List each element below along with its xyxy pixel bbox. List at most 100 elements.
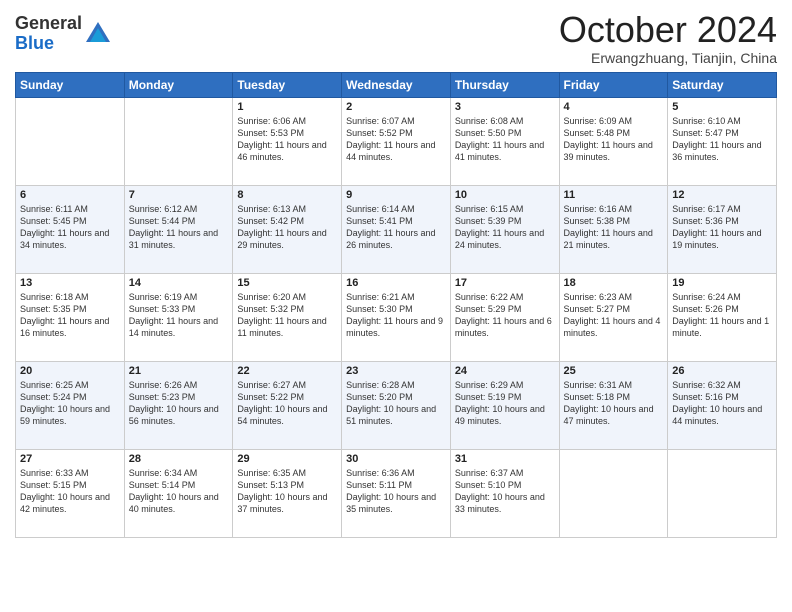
day-info: Sunrise: 6:35 AM Sunset: 5:13 PM Dayligh… bbox=[237, 467, 337, 516]
table-row: 6 Sunrise: 6:11 AM Sunset: 5:45 PM Daylig… bbox=[16, 185, 125, 273]
day-info: Sunrise: 6:15 AM Sunset: 5:39 PM Dayligh… bbox=[455, 203, 555, 252]
day-info: Sunrise: 6:34 AM Sunset: 5:14 PM Dayligh… bbox=[129, 467, 229, 516]
day-info: Sunrise: 6:23 AM Sunset: 5:27 PM Dayligh… bbox=[564, 291, 664, 340]
day-info: Sunrise: 6:19 AM Sunset: 5:33 PM Dayligh… bbox=[129, 291, 229, 340]
table-row: 11 Sunrise: 6:16 AM Sunset: 5:38 PM Dayli… bbox=[559, 185, 668, 273]
day-info: Sunrise: 6:28 AM Sunset: 5:20 PM Dayligh… bbox=[346, 379, 446, 428]
day-number: 11 bbox=[564, 189, 664, 201]
table-row: 24 Sunrise: 6:29 AM Sunset: 5:19 PM Dayli… bbox=[450, 361, 559, 449]
day-info: Sunrise: 6:22 AM Sunset: 5:29 PM Dayligh… bbox=[455, 291, 555, 340]
day-number: 23 bbox=[346, 365, 446, 377]
col-saturday: Saturday bbox=[668, 72, 777, 97]
day-info: Sunrise: 6:16 AM Sunset: 5:38 PM Dayligh… bbox=[564, 203, 664, 252]
table-row bbox=[16, 97, 125, 185]
day-number: 22 bbox=[237, 365, 337, 377]
table-row: 15 Sunrise: 6:20 AM Sunset: 5:32 PM Dayli… bbox=[233, 273, 342, 361]
day-info: Sunrise: 6:06 AM Sunset: 5:53 PM Dayligh… bbox=[237, 115, 337, 164]
day-info: Sunrise: 6:20 AM Sunset: 5:32 PM Dayligh… bbox=[237, 291, 337, 340]
day-number: 2 bbox=[346, 101, 446, 113]
logo: General Blue bbox=[15, 14, 112, 54]
day-info: Sunrise: 6:25 AM Sunset: 5:24 PM Dayligh… bbox=[20, 379, 120, 428]
table-row: 21 Sunrise: 6:26 AM Sunset: 5:23 PM Dayli… bbox=[124, 361, 233, 449]
day-info: Sunrise: 6:37 AM Sunset: 5:10 PM Dayligh… bbox=[455, 467, 555, 516]
table-row: 12 Sunrise: 6:17 AM Sunset: 5:36 PM Dayli… bbox=[668, 185, 777, 273]
table-row: 1 Sunrise: 6:06 AM Sunset: 5:53 PM Daylig… bbox=[233, 97, 342, 185]
day-info: Sunrise: 6:08 AM Sunset: 5:50 PM Dayligh… bbox=[455, 115, 555, 164]
day-info: Sunrise: 6:12 AM Sunset: 5:44 PM Dayligh… bbox=[129, 203, 229, 252]
day-number: 19 bbox=[672, 277, 772, 289]
day-number: 31 bbox=[455, 453, 555, 465]
logo-blue: Blue bbox=[15, 34, 82, 54]
day-number: 24 bbox=[455, 365, 555, 377]
day-info: Sunrise: 6:36 AM Sunset: 5:11 PM Dayligh… bbox=[346, 467, 446, 516]
calendar-week-4: 20 Sunrise: 6:25 AM Sunset: 5:24 PM Dayli… bbox=[16, 361, 777, 449]
day-number: 30 bbox=[346, 453, 446, 465]
calendar-table: Sunday Monday Tuesday Wednesday Thursday… bbox=[15, 72, 777, 538]
table-row: 29 Sunrise: 6:35 AM Sunset: 5:13 PM Dayli… bbox=[233, 449, 342, 537]
col-sunday: Sunday bbox=[16, 72, 125, 97]
title-block: October 2024 Erwangzhuang, Tianjin, Chin… bbox=[559, 10, 777, 66]
day-number: 5 bbox=[672, 101, 772, 113]
table-row: 19Sunrise: 6:24 AM Sunset: 5:26 PM Dayli… bbox=[668, 273, 777, 361]
table-row: 14Sunrise: 6:19 AM Sunset: 5:33 PM Dayli… bbox=[124, 273, 233, 361]
day-info: Sunrise: 6:14 AM Sunset: 5:41 PM Dayligh… bbox=[346, 203, 446, 252]
day-number: 17 bbox=[455, 277, 555, 289]
location: Erwangzhuang, Tianjin, China bbox=[559, 50, 777, 66]
day-info: Sunrise: 6:29 AM Sunset: 5:19 PM Dayligh… bbox=[455, 379, 555, 428]
day-info: Sunrise: 6:17 AM Sunset: 5:36 PM Dayligh… bbox=[672, 203, 772, 252]
day-number: 28 bbox=[129, 453, 229, 465]
day-info: Sunrise: 6:31 AM Sunset: 5:18 PM Dayligh… bbox=[564, 379, 664, 428]
table-row: 26Sunrise: 6:32 AM Sunset: 5:16 PM Dayli… bbox=[668, 361, 777, 449]
day-number: 29 bbox=[237, 453, 337, 465]
table-row: 8Sunrise: 6:13 AM Sunset: 5:42 PM Daylig… bbox=[233, 185, 342, 273]
day-number: 4 bbox=[564, 101, 664, 113]
calendar-header: Sunday Monday Tuesday Wednesday Thursday… bbox=[16, 72, 777, 97]
table-row: 2 Sunrise: 6:07 AM Sunset: 5:52 PM Daylig… bbox=[342, 97, 451, 185]
day-number: 25 bbox=[564, 365, 664, 377]
day-number: 13 bbox=[20, 277, 120, 289]
day-info: Sunrise: 6:33 AM Sunset: 5:15 PM Dayligh… bbox=[20, 467, 120, 516]
day-info: Sunrise: 6:27 AM Sunset: 5:22 PM Dayligh… bbox=[237, 379, 337, 428]
day-number: 20 bbox=[20, 365, 120, 377]
col-friday: Friday bbox=[559, 72, 668, 97]
table-row: 9 Sunrise: 6:14 AM Sunset: 5:41 PM Daylig… bbox=[342, 185, 451, 273]
day-number: 12 bbox=[672, 189, 772, 201]
day-info: Sunrise: 6:11 AM Sunset: 5:45 PM Dayligh… bbox=[20, 203, 120, 252]
day-info: Sunrise: 6:21 AM Sunset: 5:30 PM Dayligh… bbox=[346, 291, 446, 340]
day-number: 6 bbox=[20, 189, 120, 201]
calendar-week-1: 1 Sunrise: 6:06 AM Sunset: 5:53 PM Daylig… bbox=[16, 97, 777, 185]
table-row: 4Sunrise: 6:09 AM Sunset: 5:48 PM Daylig… bbox=[559, 97, 668, 185]
header-row: Sunday Monday Tuesday Wednesday Thursday… bbox=[16, 72, 777, 97]
day-number: 9 bbox=[346, 189, 446, 201]
day-number: 10 bbox=[455, 189, 555, 201]
calendar-week-3: 13 Sunrise: 6:18 AM Sunset: 5:35 PM Dayli… bbox=[16, 273, 777, 361]
table-row: 20 Sunrise: 6:25 AM Sunset: 5:24 PM Dayli… bbox=[16, 361, 125, 449]
calendar-body: 1 Sunrise: 6:06 AM Sunset: 5:53 PM Daylig… bbox=[16, 97, 777, 537]
day-number: 21 bbox=[129, 365, 229, 377]
day-info: Sunrise: 6:26 AM Sunset: 5:23 PM Dayligh… bbox=[129, 379, 229, 428]
table-row: 27Sunrise: 6:33 AM Sunset: 5:15 PM Dayli… bbox=[16, 449, 125, 537]
col-wednesday: Wednesday bbox=[342, 72, 451, 97]
col-thursday: Thursday bbox=[450, 72, 559, 97]
calendar-week-2: 6 Sunrise: 6:11 AM Sunset: 5:45 PM Daylig… bbox=[16, 185, 777, 273]
day-info: Sunrise: 6:18 AM Sunset: 5:35 PM Dayligh… bbox=[20, 291, 120, 340]
table-row: 10 Sunrise: 6:15 AM Sunset: 5:39 PM Dayli… bbox=[450, 185, 559, 273]
day-info: Sunrise: 6:07 AM Sunset: 5:52 PM Dayligh… bbox=[346, 115, 446, 164]
table-row: 22 Sunrise: 6:27 AM Sunset: 5:22 PM Dayli… bbox=[233, 361, 342, 449]
table-row: 31 Sunrise: 6:37 AM Sunset: 5:10 PM Dayli… bbox=[450, 449, 559, 537]
logo-text: General Blue bbox=[15, 14, 82, 54]
col-tuesday: Tuesday bbox=[233, 72, 342, 97]
table-row: 3 Sunrise: 6:08 AM Sunset: 5:50 PM Daylig… bbox=[450, 97, 559, 185]
day-number: 8 bbox=[237, 189, 337, 201]
day-number: 3 bbox=[455, 101, 555, 113]
day-info: Sunrise: 6:32 AM Sunset: 5:16 PM Dayligh… bbox=[672, 379, 772, 428]
table-row: 30 Sunrise: 6:36 AM Sunset: 5:11 PM Dayli… bbox=[342, 449, 451, 537]
logo-icon bbox=[84, 20, 112, 48]
table-row: 17 Sunrise: 6:22 AM Sunset: 5:29 PM Dayli… bbox=[450, 273, 559, 361]
day-number: 15 bbox=[237, 277, 337, 289]
table-row: 23 Sunrise: 6:28 AM Sunset: 5:20 PM Dayli… bbox=[342, 361, 451, 449]
day-number: 1 bbox=[237, 101, 337, 113]
day-number: 18 bbox=[564, 277, 664, 289]
month-title: October 2024 bbox=[559, 10, 777, 50]
table-row: 5Sunrise: 6:10 AM Sunset: 5:47 PM Daylig… bbox=[668, 97, 777, 185]
